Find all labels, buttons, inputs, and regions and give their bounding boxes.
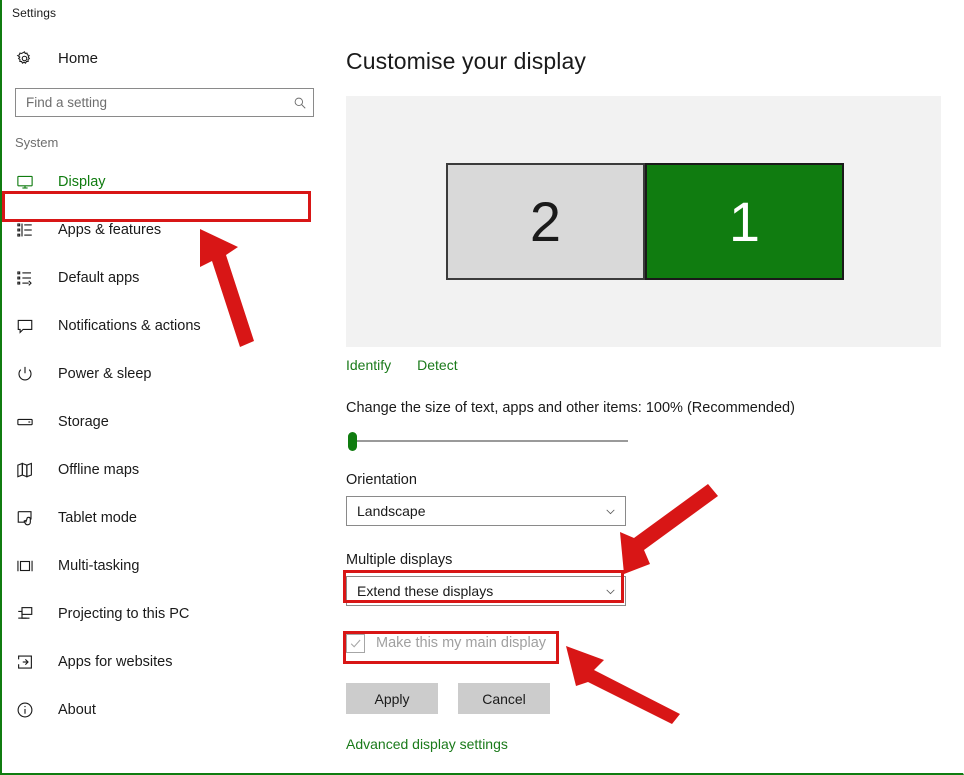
storage-icon xyxy=(16,413,38,431)
multiple-displays-value: Extend these displays xyxy=(357,583,494,599)
scale-slider[interactable] xyxy=(346,430,628,452)
title-bar: Settings xyxy=(2,0,963,24)
search-icon[interactable] xyxy=(287,96,313,110)
sidebar-item-projecting[interactable]: Projecting to this PC xyxy=(2,590,332,638)
sidebar-section-label: System xyxy=(15,135,59,150)
sidebar-item-multi-tasking[interactable]: Multi-tasking xyxy=(2,542,332,590)
apply-button[interactable]: Apply xyxy=(346,683,438,714)
monitor-number: 2 xyxy=(529,189,562,253)
info-icon xyxy=(16,701,38,719)
notification-icon xyxy=(16,317,38,335)
window-title: Settings xyxy=(12,6,57,20)
sidebar-item-label: Power & sleep xyxy=(58,366,152,382)
search-box[interactable] xyxy=(15,88,314,117)
sidebar-item-default-apps[interactable]: Default apps xyxy=(2,254,332,302)
main-content: Customise your display 2 1 Identify Dete… xyxy=(332,24,963,773)
action-buttons: Apply Cancel xyxy=(346,683,963,714)
default-apps-icon xyxy=(16,269,38,287)
display-action-links: Identify Detect xyxy=(346,357,963,373)
sidebar-item-label: About xyxy=(58,702,96,718)
sidebar-item-offline-maps[interactable]: Offline maps xyxy=(2,446,332,494)
display-arrangement-canvas[interactable]: 2 1 xyxy=(346,96,941,347)
chevron-down-icon xyxy=(604,585,617,598)
sidebar-item-about[interactable]: About xyxy=(2,686,332,734)
sidebar-item-label: Multi-tasking xyxy=(58,558,140,574)
cancel-button[interactable]: Cancel xyxy=(458,683,550,714)
sidebar-home-label: Home xyxy=(58,49,99,67)
sidebar-item-label: Tablet mode xyxy=(58,510,137,526)
map-icon xyxy=(16,461,38,479)
apps-websites-icon xyxy=(16,653,38,671)
multiple-displays-label: Multiple displays xyxy=(346,552,453,568)
sidebar-item-tablet-mode[interactable]: Tablet mode xyxy=(2,494,332,542)
slider-track xyxy=(350,440,628,442)
power-icon xyxy=(16,365,38,383)
sidebar-item-power-sleep[interactable]: Power & sleep xyxy=(2,350,332,398)
orientation-value: Landscape xyxy=(357,503,426,519)
main-display-checkbox-label: Make this my main display xyxy=(376,635,547,651)
detect-link[interactable]: Detect xyxy=(417,357,457,373)
sidebar: Home System xyxy=(2,24,332,773)
orientation-select[interactable]: Landscape xyxy=(346,496,626,526)
sidebar-item-apps-features[interactable]: Apps & features xyxy=(2,206,332,254)
sidebar-item-label: Apps for websites xyxy=(58,654,173,670)
sidebar-item-label: Default apps xyxy=(58,270,140,286)
sidebar-item-display[interactable]: Display xyxy=(2,158,332,206)
monitor-tile-1[interactable]: 1 xyxy=(645,163,844,280)
sidebar-item-label: Apps & features xyxy=(58,222,162,238)
search-input[interactable] xyxy=(16,95,287,110)
project-icon xyxy=(16,605,38,623)
scale-label: Change the size of text, apps and other … xyxy=(346,400,795,416)
sidebar-item-label: Offline maps xyxy=(58,462,140,478)
gear-icon xyxy=(16,50,38,67)
orientation-label: Orientation xyxy=(346,472,417,488)
monitor-icon xyxy=(16,173,38,191)
monitor-group: 2 1 xyxy=(446,163,844,280)
sidebar-item-apps-for-websites[interactable]: Apps for websites xyxy=(2,638,332,686)
sidebar-item-notifications[interactable]: Notifications & actions xyxy=(2,302,332,350)
multitask-icon xyxy=(16,557,38,575)
list-icon xyxy=(16,221,38,239)
window-body: Home System xyxy=(2,24,963,773)
identify-link[interactable]: Identify xyxy=(346,357,391,373)
sidebar-item-label: Display xyxy=(58,174,106,190)
settings-window: Settings Home Find a setting System Disp… xyxy=(0,0,964,775)
sidebar-nav: Display Apps & features Default apps Not… xyxy=(2,158,332,734)
main-display-checkbox[interactable] xyxy=(346,633,365,653)
sidebar-item-label: Projecting to this PC xyxy=(58,606,190,622)
multiple-displays-select[interactable]: Extend these displays xyxy=(346,576,626,606)
monitor-tile-2[interactable]: 2 xyxy=(446,163,645,280)
sidebar-item-home[interactable]: Home xyxy=(2,42,332,74)
chevron-down-icon xyxy=(604,505,617,518)
sidebar-item-storage[interactable]: Storage xyxy=(2,398,332,446)
page-title: Customise your display xyxy=(346,48,586,74)
monitor-number: 1 xyxy=(728,189,761,253)
sidebar-item-label: Storage xyxy=(58,414,109,430)
main-display-checkbox-row[interactable]: Make this my main display xyxy=(346,632,546,654)
advanced-display-settings-link[interactable]: Advanced display settings xyxy=(346,736,508,752)
sidebar-item-label: Notifications & actions xyxy=(58,318,201,334)
slider-thumb[interactable] xyxy=(348,432,357,451)
tablet-icon xyxy=(16,509,38,527)
